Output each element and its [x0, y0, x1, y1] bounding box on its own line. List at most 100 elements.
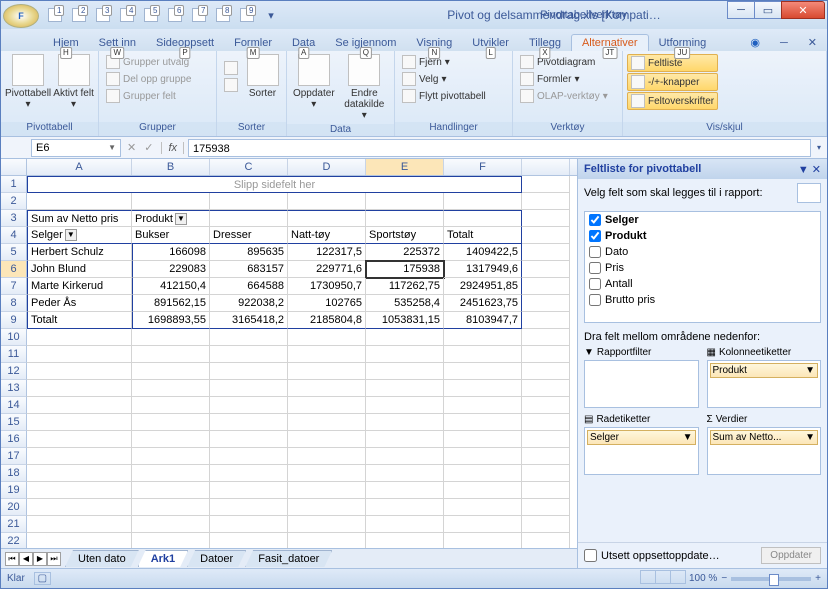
field-checkbox[interactable] [589, 214, 601, 226]
cell[interactable] [366, 210, 444, 227]
sheet-tab-datoer[interactable]: Datoer [187, 550, 246, 567]
cell[interactable] [210, 193, 288, 210]
expand-formula-bar[interactable]: ▾ [811, 143, 827, 152]
cell[interactable] [444, 380, 522, 397]
qat-button-2[interactable]: 2 [69, 6, 89, 24]
report-filter-dropzone[interactable] [584, 360, 699, 408]
cell[interactable] [444, 397, 522, 414]
row-labels-dropzone[interactable]: Selger▼ [584, 427, 699, 475]
cell[interactable] [366, 516, 444, 533]
cell[interactable]: 229083 [132, 261, 210, 278]
update-button[interactable]: Oppdater [761, 547, 821, 564]
cell[interactable]: 1730950,7 [288, 278, 366, 295]
qat-button-6[interactable]: 6 [165, 6, 185, 24]
cell[interactable]: Peder Ås [27, 295, 132, 312]
row-header-8[interactable]: 8 [1, 295, 27, 312]
zoom-in-button[interactable]: + [815, 573, 821, 584]
cell[interactable] [27, 482, 132, 499]
ribbon-tab-hjem[interactable]: HjemH [43, 35, 89, 51]
cell[interactable]: 166098 [132, 244, 210, 261]
cell[interactable] [132, 516, 210, 533]
cell[interactable] [132, 363, 210, 380]
sort-za-button[interactable] [221, 77, 241, 93]
cell[interactable] [132, 346, 210, 363]
cell[interactable]: 1409422,5 [444, 244, 522, 261]
cell[interactable] [210, 482, 288, 499]
cell[interactable] [210, 499, 288, 516]
row-header-14[interactable]: 14 [1, 397, 27, 414]
cell[interactable] [522, 465, 570, 482]
cell[interactable] [444, 363, 522, 380]
close-button[interactable]: ✕ [781, 1, 825, 19]
cell[interactable] [27, 414, 132, 431]
cell[interactable] [210, 431, 288, 448]
plus-minus-toggle[interactable]: -/+-knapper [627, 73, 718, 91]
cell[interactable] [522, 244, 570, 261]
cell[interactable] [444, 499, 522, 516]
cell[interactable] [522, 295, 570, 312]
field-item-dato[interactable]: Dato [585, 244, 820, 260]
row-header-6[interactable]: 6 [1, 261, 27, 278]
field-list[interactable]: SelgerProduktDatoPrisAntallBrutto pris [584, 211, 821, 323]
cell[interactable] [27, 363, 132, 380]
cell[interactable] [132, 431, 210, 448]
cell[interactable] [132, 397, 210, 414]
cell[interactable] [27, 329, 132, 346]
pivottable-button[interactable]: Pivottabell▾ [5, 54, 51, 110]
zoom-level[interactable]: 100 % [689, 573, 717, 584]
row-header-9[interactable]: 9 [1, 312, 27, 329]
cell[interactable]: 2185804,8 [288, 312, 366, 329]
workbook-close-button[interactable]: ✕ [798, 34, 827, 51]
active-field-button[interactable]: Aktivt felt▾ [53, 54, 94, 110]
cell[interactable]: 2924951,85 [444, 278, 522, 295]
cell[interactable] [522, 431, 570, 448]
olap-tools-button[interactable]: OLAP-verktøy ▾ [517, 88, 611, 104]
cell[interactable] [210, 329, 288, 346]
ungroup-button[interactable]: Del opp gruppe [103, 71, 194, 87]
cell[interactable]: 225372 [366, 244, 444, 261]
select-all-corner[interactable] [1, 159, 27, 175]
cell[interactable]: 412150,4 [132, 278, 210, 295]
field-item-produkt[interactable]: Produkt [585, 228, 820, 244]
field-checkbox[interactable] [589, 246, 601, 258]
row-header-5[interactable]: 5 [1, 244, 27, 261]
group-field-button[interactable]: Grupper felt [103, 88, 194, 104]
field-checkbox[interactable] [589, 230, 601, 242]
cell[interactable] [210, 414, 288, 431]
first-sheet-button[interactable]: ⏮ [5, 552, 19, 566]
change-datasource-button[interactable]: Endre datakilde▾ [339, 54, 390, 121]
row-header-12[interactable]: 12 [1, 363, 27, 380]
row-header-17[interactable]: 17 [1, 448, 27, 465]
zoom-out-button[interactable]: − [721, 573, 727, 584]
cell[interactable] [288, 380, 366, 397]
cell[interactable]: Sportstøy [366, 227, 444, 244]
cell[interactable] [366, 482, 444, 499]
macro-record-icon[interactable]: ▢ [34, 572, 51, 585]
ribbon-tab-se-igjennom[interactable]: Se igjennomQ [325, 35, 406, 51]
column-header-E[interactable]: E [366, 159, 444, 175]
cell[interactable]: 117262,75 [366, 278, 444, 295]
sheet-tab-uten dato[interactable]: Uten dato [65, 550, 139, 567]
prev-sheet-button[interactable]: ◀ [19, 552, 33, 566]
last-sheet-button[interactable]: ⏭ [47, 552, 61, 566]
cell[interactable] [522, 380, 570, 397]
row-header-11[interactable]: 11 [1, 346, 27, 363]
cell[interactable] [522, 397, 570, 414]
field-headers-toggle[interactable]: Feltoverskrifter [627, 92, 718, 110]
cell[interactable] [522, 346, 570, 363]
minimize-button[interactable]: ─ [727, 1, 755, 19]
dropdown-icon[interactable]: ▼ [175, 213, 187, 225]
cell[interactable] [132, 448, 210, 465]
values-dropzone[interactable]: Sum av Netto...▼ [707, 427, 822, 475]
cell[interactable] [444, 193, 522, 210]
cell[interactable] [132, 329, 210, 346]
cell[interactable] [522, 227, 570, 244]
cell[interactable] [366, 397, 444, 414]
cell[interactable]: 3165418,2 [210, 312, 288, 329]
fx-icon[interactable]: fx [161, 142, 184, 154]
sheet-tab-ark1[interactable]: Ark1 [138, 550, 188, 567]
sort-az-button[interactable] [221, 60, 241, 76]
ribbon-tab-formler[interactable]: FormlerM [224, 35, 282, 51]
cell[interactable] [288, 210, 366, 227]
ribbon-tab-utvikler[interactable]: UtviklerL [462, 35, 519, 51]
